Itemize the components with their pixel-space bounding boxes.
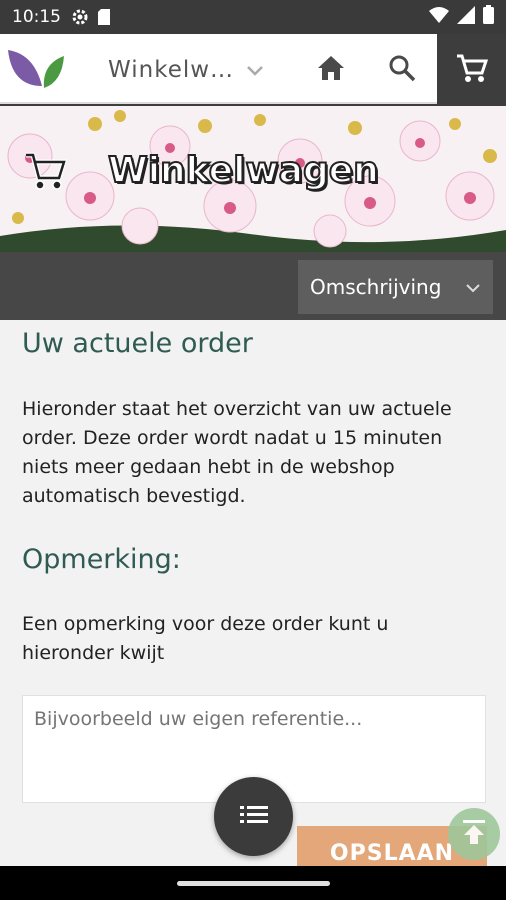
shop-select-value: Winkelw…	[108, 57, 235, 83]
toolbar: Omschrijving	[0, 252, 506, 320]
system-navigation-bar	[0, 866, 506, 900]
logo[interactable]	[4, 46, 68, 92]
order-description: Hieronder staat het overzicht van uw act…	[22, 398, 452, 507]
home-icon	[317, 55, 345, 85]
status-time: 10:15	[12, 7, 61, 27]
sort-select[interactable]: Omschrijving	[298, 260, 493, 314]
banner-title: Winkelwagen	[107, 149, 380, 192]
shop-select[interactable]: Winkelw…	[108, 50, 264, 90]
battery-icon	[483, 5, 494, 29]
gear-icon	[71, 8, 89, 26]
scroll-to-top-button[interactable]	[448, 808, 500, 860]
home-gesture-handle[interactable]	[177, 881, 330, 886]
cart-button[interactable]	[450, 51, 494, 91]
list-icon	[239, 804, 268, 830]
order-heading: Uw actuele order	[22, 328, 253, 359]
app-bar-main: Winkelw…	[0, 34, 437, 104]
signal-icon	[457, 5, 475, 29]
menu-fab[interactable]	[214, 777, 293, 856]
cart-icon	[456, 54, 489, 88]
chevron-down-icon	[246, 57, 264, 83]
status-bar: 10:15	[0, 0, 506, 34]
cart-icon	[24, 152, 68, 196]
remark-heading: Opmerking:	[22, 544, 181, 575]
wifi-icon	[429, 6, 449, 28]
search-icon	[388, 54, 416, 86]
scroll-to-top-icon	[459, 817, 489, 851]
chevron-down-icon	[465, 278, 481, 297]
sort-select-value: Omschrijving	[310, 275, 442, 299]
search-button[interactable]	[383, 51, 421, 89]
sd-card-icon	[97, 8, 111, 26]
app-bar: Winkelw…	[0, 34, 506, 106]
remark-description: Een opmerking voor deze order kunt u hie…	[22, 613, 389, 664]
home-button[interactable]	[312, 51, 350, 89]
